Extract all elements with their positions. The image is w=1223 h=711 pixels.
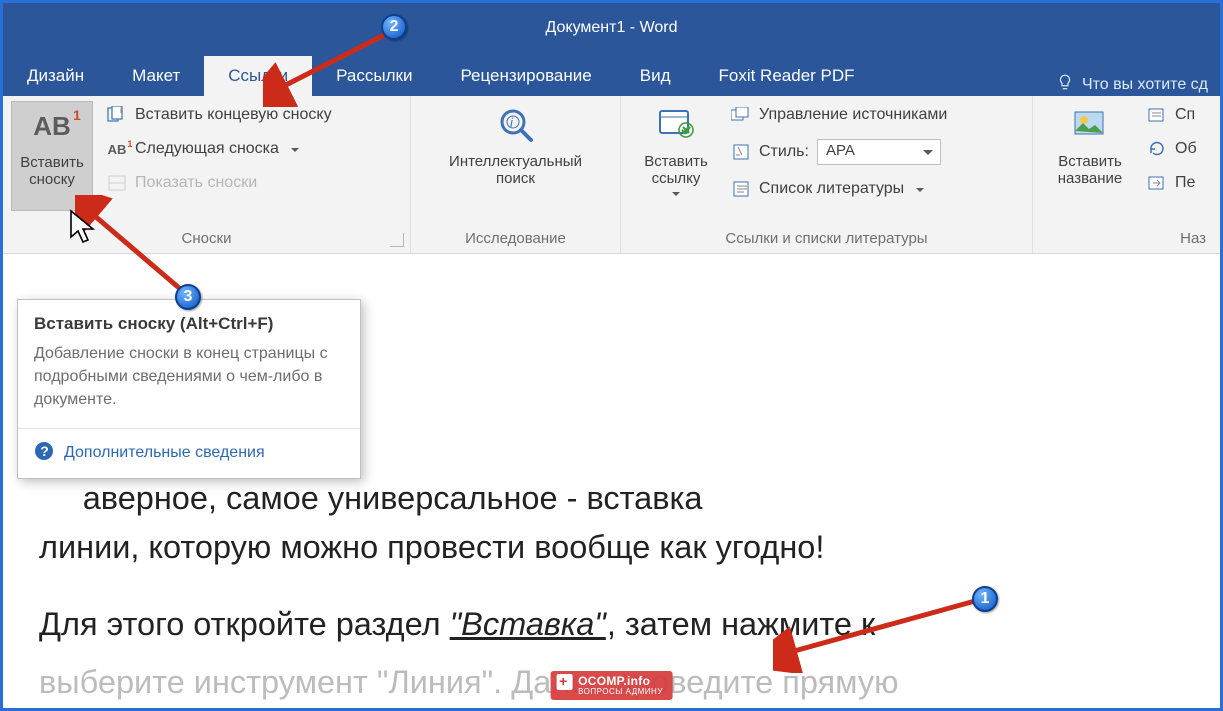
bibliography-label: Список литературы — [759, 180, 904, 198]
bibliography-icon — [731, 179, 751, 199]
window-title: Документ1 - Word — [3, 3, 1220, 53]
tab-layout[interactable]: Макет — [108, 56, 204, 96]
tooltip-insert-footnote: Вставить сноску (Alt+Ctrl+F) Добавление … — [17, 299, 361, 479]
list-icon — [1147, 105, 1167, 125]
group-captions: Вставить название Сп Об Пе Наз — [1033, 96, 1220, 253]
annotation-arrow-1 — [773, 593, 993, 673]
tab-view[interactable]: Вид — [616, 56, 695, 96]
cross-ref-icon — [1147, 173, 1167, 193]
group-research-label: Исследование — [419, 226, 612, 253]
annotation-badge-2: 2 — [381, 14, 407, 40]
svg-text:?: ? — [40, 443, 49, 459]
bibliography-button[interactable]: Список литературы — [727, 175, 951, 203]
insert-caption-button[interactable]: Вставить название — [1041, 101, 1139, 211]
insert-footnote-label: Вставить сноску — [20, 154, 84, 189]
show-notes-button: Показать сноски — [103, 169, 336, 197]
doc-paragraph-1[interactable]: ААаверное, самое универсальное - вставка… — [39, 474, 1194, 572]
dialog-launcher-icon[interactable] — [390, 233, 404, 247]
chevron-down-icon — [672, 192, 680, 200]
next-footnote-icon: AB1 — [107, 139, 127, 159]
annotation-badge-1: 1 — [972, 586, 998, 612]
caption-icon — [1068, 103, 1112, 147]
caption-row-b[interactable]: Об — [1143, 135, 1201, 163]
manage-sources-label: Управление источниками — [759, 106, 947, 124]
insert-endnote-label: Вставить концевую сноску — [135, 106, 332, 124]
manage-sources-button[interactable]: Управление источниками — [727, 101, 951, 129]
lightbulb-icon — [1056, 73, 1074, 96]
ribbon-tabs: Дизайн Макет Ссылки Рассылки Рецензирова… — [3, 53, 1220, 96]
endnote-icon: i — [107, 105, 127, 125]
group-footnotes: AB 1 Вставить сноску i Вставить концевую… — [3, 96, 411, 253]
citation-icon — [654, 103, 698, 147]
annotation-arrow-2 — [263, 27, 403, 107]
chevron-down-icon — [916, 188, 924, 196]
group-captions-label: Наз — [1041, 226, 1212, 253]
insert-citation-button[interactable]: Вставить ссылку — [629, 101, 723, 211]
group-citations: Вставить ссылку Управление источниками С… — [621, 96, 1033, 253]
tooltip-more-label: Дополнительные сведения — [64, 444, 265, 462]
caption-row-c[interactable]: Пе — [1143, 169, 1201, 197]
doc-paragraph-2[interactable]: Для этого откройте раздел "Вставка", зат… — [39, 600, 1194, 649]
style-label: Стиль: — [759, 143, 809, 161]
smart-lookup-icon: i — [494, 103, 538, 147]
smart-lookup-button[interactable]: i Интеллектуальный поиск — [419, 101, 612, 211]
refresh-icon — [1147, 139, 1167, 159]
caption-row-a[interactable]: Сп — [1143, 101, 1201, 129]
footnote-ab-icon: AB 1 — [30, 104, 74, 148]
insert-caption-label: Вставить название — [1058, 153, 1122, 188]
show-notes-icon — [107, 173, 127, 193]
title-text: Документ1 - Word — [545, 19, 677, 37]
mouse-cursor-icon — [69, 209, 97, 245]
tell-me-label: Что вы хотите сд — [1082, 76, 1208, 94]
smart-lookup-label: Интеллектуальный поиск — [449, 153, 582, 188]
style-dropdown[interactable]: APA — [817, 139, 941, 165]
citation-style-row: Стиль: APA — [727, 135, 951, 169]
manage-sources-icon — [731, 105, 751, 125]
insert-citation-label: Вставить ссылку — [644, 153, 708, 188]
style-icon — [731, 142, 751, 162]
chevron-down-icon — [291, 148, 299, 156]
next-footnote-button[interactable]: AB1 Следующая сноска — [103, 135, 336, 163]
show-notes-label: Показать сноски — [135, 174, 257, 192]
annotation-badge-3: 3 — [175, 284, 201, 310]
tooltip-more-link[interactable]: ? Дополнительные сведения — [18, 428, 360, 478]
tooltip-body: Добавление сноски в конец страницы с под… — [18, 342, 360, 428]
next-footnote-label: Следующая сноска — [135, 140, 279, 158]
tab-design[interactable]: Дизайн — [3, 56, 108, 96]
group-citations-label: Ссылки и списки литературы — [629, 226, 1024, 253]
tab-review[interactable]: Рецензирование — [436, 56, 615, 96]
svg-text:i: i — [120, 106, 122, 115]
tell-me[interactable]: Что вы хотите сд — [1044, 73, 1220, 96]
tab-foxit[interactable]: Foxit Reader PDF — [695, 56, 879, 96]
group-research: i Интеллектуальный поиск Исследование — [411, 96, 621, 253]
doc-insert-keyword: "Вставка" — [450, 606, 606, 642]
style-value: APA — [826, 142, 855, 159]
help-icon: ? — [34, 441, 54, 466]
watermark: OCOMP.info ВОПРОСЫ АДМИНУ — [550, 671, 673, 700]
